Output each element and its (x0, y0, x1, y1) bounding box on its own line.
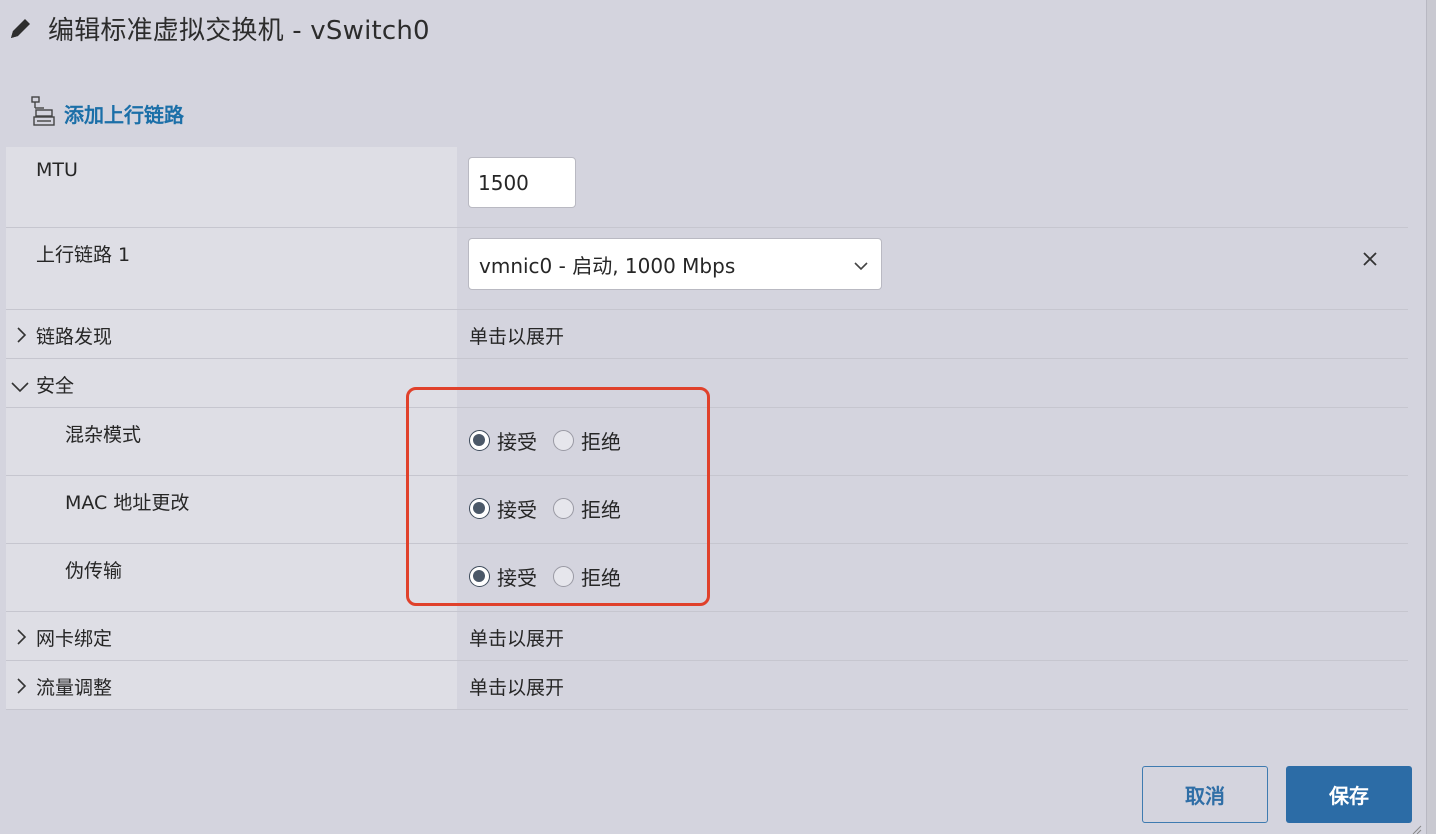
security-label: 安全 (36, 375, 75, 397)
promiscuous-reject-radio[interactable]: 拒绝 (553, 426, 621, 455)
traffic-shaping-value: 单击以展开 (469, 677, 565, 699)
traffic-shaping-row[interactable]: 流量调整 单击以展开 (6, 661, 1408, 710)
uplink1-selected-value: vmnic0 - 启动, 1000 Mbps (479, 253, 736, 278)
uplink1-row: 上行链路 1 vmnic0 - 启动, 1000 Mbps (6, 228, 1408, 310)
forged-reject-radio[interactable]: 拒绝 (553, 562, 621, 591)
dialog-title-text: 编辑标准虚拟交换机 - vSwitch0 (48, 15, 430, 46)
scrollbar[interactable] (1426, 0, 1436, 834)
dialog-title: 编辑标准虚拟交换机 - vSwitch0 (8, 10, 430, 46)
nic-teaming-row[interactable]: 网卡绑定 单击以展开 (6, 612, 1408, 661)
security-row[interactable]: 安全 (6, 359, 1408, 408)
mac-change-row: MAC 地址更改 接受 拒绝 (6, 476, 1408, 544)
cancel-button[interactable]: 取消 (1142, 766, 1268, 823)
uplink-icon (30, 95, 56, 131)
nic-teaming-value: 单击以展开 (469, 628, 565, 650)
edit-vswitch-dialog: 编辑标准虚拟交换机 - vSwitch0 添加上行链路 MTU 1500 上行链… (0, 0, 1426, 834)
add-uplink-label: 添加上行链路 (64, 102, 184, 127)
resize-grip-icon[interactable] (1410, 820, 1422, 834)
chevron-right-icon[interactable] (14, 326, 28, 349)
mtu-label: MTU (36, 159, 78, 181)
forged-transmits-label: 伪传输 (65, 560, 123, 582)
chevron-right-icon[interactable] (14, 677, 28, 700)
promiscuous-accept-radio[interactable]: 接受 (469, 426, 537, 455)
remove-uplink-close-icon[interactable] (1362, 250, 1378, 272)
forged-accept-radio[interactable]: 接受 (469, 562, 537, 591)
chevron-right-icon[interactable] (14, 628, 28, 651)
settings-grid: MTU 1500 上行链路 1 vmnic0 - 启动, 1000 Mbps 链… (6, 147, 1408, 710)
uplink1-select[interactable]: vmnic0 - 启动, 1000 Mbps (468, 238, 882, 290)
traffic-shaping-label: 流量调整 (36, 677, 113, 699)
chevron-down-icon (853, 255, 869, 279)
mac-change-label: MAC 地址更改 (65, 492, 190, 514)
promiscuous-row: 混杂模式 接受 拒绝 (6, 408, 1408, 476)
link-discovery-value: 单击以展开 (469, 326, 565, 348)
pencil-icon (8, 14, 36, 42)
mac-change-radio-group: 接受 拒绝 (469, 494, 637, 523)
uplink1-label: 上行链路 1 (36, 244, 131, 266)
link-discovery-label: 链路发现 (36, 326, 113, 348)
forged-transmits-row: 伪传输 接受 拒绝 (6, 544, 1408, 612)
save-button[interactable]: 保存 (1286, 766, 1412, 823)
mac-change-accept-radio[interactable]: 接受 (469, 494, 537, 523)
nic-teaming-label: 网卡绑定 (36, 628, 113, 650)
promiscuous-radio-group: 接受 拒绝 (469, 426, 637, 455)
promiscuous-label: 混杂模式 (65, 424, 142, 446)
link-discovery-row[interactable]: 链路发现 单击以展开 (6, 310, 1408, 359)
mtu-input[interactable]: 1500 (468, 157, 576, 208)
mtu-row: MTU 1500 (6, 147, 1408, 228)
mac-change-reject-radio[interactable]: 拒绝 (553, 494, 621, 523)
chevron-down-icon[interactable] (10, 377, 30, 399)
forged-transmits-radio-group: 接受 拒绝 (469, 562, 637, 591)
add-uplink-button[interactable]: 添加上行链路 (30, 95, 184, 131)
